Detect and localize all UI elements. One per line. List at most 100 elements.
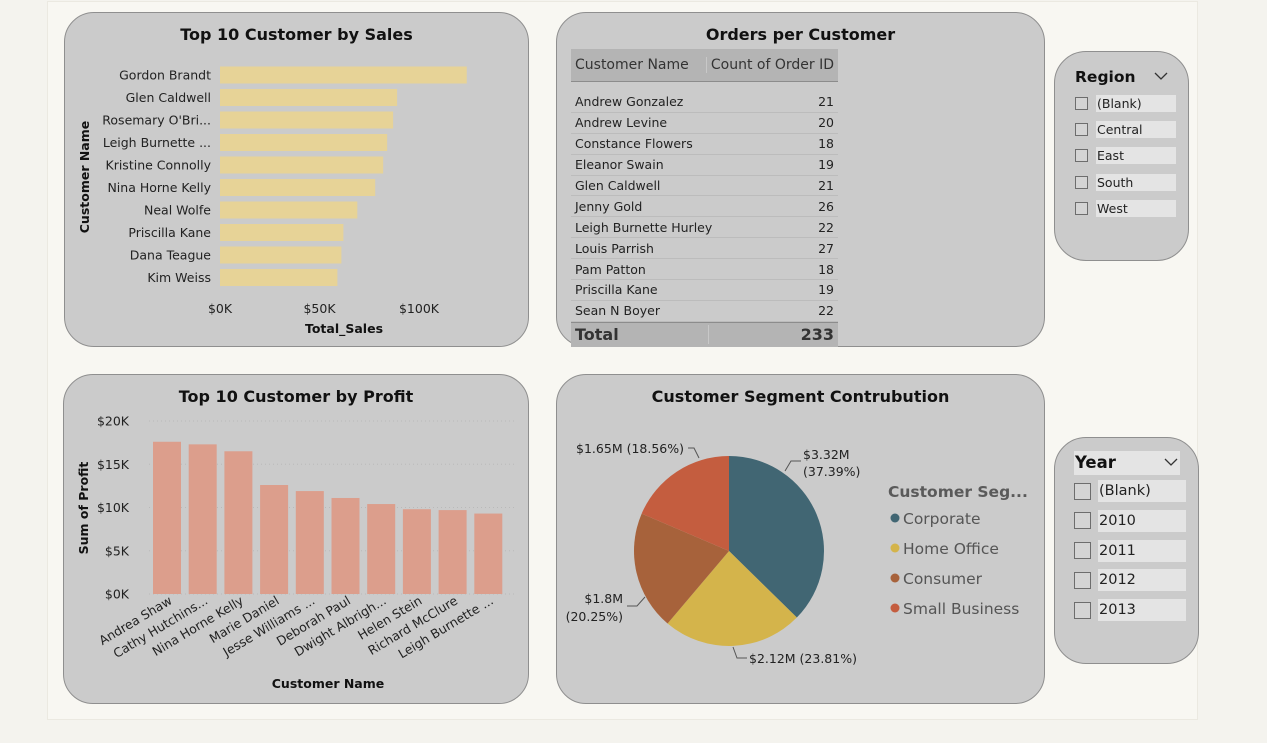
bar[interactable] [474, 513, 503, 594]
data-label: $1.65M (18.56%) [576, 441, 684, 456]
customer-name-cell: Glen Caldwell [575, 178, 661, 193]
chevron-down-icon[interactable] [1154, 71, 1168, 81]
year-slicer: Year (Blank) 2010 2011 2012 2013 [1054, 437, 1199, 664]
bar[interactable] [295, 491, 324, 594]
order-count-cell: 19 [818, 157, 834, 173]
checkbox[interactable] [1074, 542, 1091, 560]
bar[interactable] [438, 510, 467, 594]
year-option[interactable]: 2011 [1074, 539, 1186, 562]
legend-label: Corporate [903, 510, 981, 528]
customer-name-cell: Priscilla Kane [575, 282, 658, 298]
customer-name-cell: Jenny Gold [575, 198, 643, 214]
table-row[interactable]: Glen Caldwell 21 [571, 176, 838, 197]
table-row[interactable]: Andrew Gonzalez 21 [571, 92, 838, 113]
checkbox[interactable] [1074, 482, 1091, 500]
data-label: (20.25%) [566, 609, 623, 624]
checkbox[interactable] [1074, 571, 1091, 589]
bar[interactable] [402, 509, 431, 594]
table-header: Customer Name Count of Order ID [571, 49, 838, 82]
option-label: Central [1096, 121, 1176, 139]
checkbox[interactable] [1074, 512, 1091, 530]
y-axis-title: Customer Name [77, 121, 92, 234]
order-count-cell: 26 [818, 198, 834, 214]
total-value: 233 [800, 325, 834, 345]
sales-bar-chart[interactable]: Gordon Brandt Glen Caldwell Rosemary O'Bri… [65, 13, 528, 346]
table-row[interactable]: Eleanor Swain 19 [571, 155, 838, 176]
order-count-cell: 18 [818, 136, 834, 152]
orders-table[interactable]: Customer Name Count of Order ID Andrew G… [571, 49, 838, 347]
bar[interactable] [220, 179, 376, 196]
y-tick-label: $0K [105, 587, 130, 602]
checkbox[interactable] [1075, 175, 1088, 189]
data-label: $1.8M [584, 591, 623, 606]
column-header-count-order-id[interactable]: Count of Order ID [706, 57, 838, 73]
option-label: (Blank) [1096, 95, 1176, 112]
total-label: Total [571, 325, 710, 345]
option-label: West [1096, 199, 1176, 217]
table-row[interactable]: Constance Flowers 18 [571, 134, 838, 155]
customer-name-cell: Leigh Burnette Hurley [575, 219, 713, 235]
legend-marker [890, 513, 900, 523]
column-header-customer-name[interactable]: Customer Name [571, 57, 706, 73]
region-option[interactable]: (Blank) [1075, 95, 1176, 112]
region-option[interactable]: East [1075, 147, 1176, 165]
bar[interactable] [220, 201, 358, 219]
bar[interactable] [220, 156, 384, 174]
legend-label: Small Business [903, 600, 1019, 618]
bar[interactable] [220, 89, 398, 106]
year-option[interactable]: 2012 [1074, 569, 1186, 592]
data-label: $3.32M [803, 447, 850, 462]
checkbox[interactable] [1075, 201, 1088, 215]
y-tick-label: $5K [105, 543, 130, 558]
y-tick-label: $15K [97, 457, 130, 472]
bar[interactable] [331, 497, 360, 594]
bar[interactable] [153, 441, 181, 594]
table-row[interactable]: Andrew Levine 20 [571, 113, 838, 134]
bar[interactable] [220, 224, 344, 241]
category-label: Nina Horne Kelly [107, 180, 211, 195]
customer-name-cell: Andrew Levine [575, 115, 668, 131]
x-tick-label: $100K [399, 301, 440, 316]
year-option[interactable]: 2013 [1074, 599, 1186, 622]
region-option[interactable]: South [1075, 173, 1176, 191]
bar[interactable] [220, 246, 342, 264]
bar[interactable] [188, 444, 217, 594]
profit-bar-chart[interactable]: $0K$5K$10K$15K$20KAndrea ShawCathy Hutch… [64, 375, 528, 703]
region-option[interactable]: West [1075, 199, 1176, 217]
category-label: Kristine Connolly [106, 158, 212, 173]
chevron-down-icon[interactable] [1164, 457, 1178, 467]
option-label: 2012 [1098, 569, 1186, 592]
bar[interactable] [220, 111, 394, 129]
table-row[interactable]: Sean N Boyer 22 [571, 301, 838, 322]
legend-title: Customer Seg... [888, 483, 1028, 501]
region-option[interactable]: Central [1075, 121, 1176, 139]
year-option[interactable]: 2010 [1074, 509, 1186, 532]
table-row[interactable]: Priscilla Kane 19 [571, 280, 838, 301]
bar[interactable] [220, 66, 467, 84]
checkbox[interactable] [1074, 601, 1091, 619]
bar[interactable] [220, 134, 388, 151]
segment-pie-chart[interactable]: $3.32M (37.39%) $2.12M (23.81%) $1.8M (20.25… [557, 375, 1044, 703]
table-row[interactable]: Pam Patton 18 [571, 259, 838, 281]
sales-chart-card: Top 10 Customer by Sales Gordon Brandt Gl… [64, 12, 529, 347]
table-row[interactable]: Leigh Burnette Hurley 22 [571, 217, 838, 239]
category-label: Priscilla Kane [128, 225, 211, 240]
year-option[interactable]: (Blank) [1074, 480, 1186, 502]
checkbox[interactable] [1075, 123, 1088, 137]
table-row[interactable]: Louis Parrish 27 [571, 238, 838, 260]
checkbox[interactable] [1075, 97, 1088, 110]
bar[interactable] [260, 485, 289, 594]
bar[interactable] [220, 269, 338, 286]
category-label: Kim Weiss [147, 270, 211, 285]
bar[interactable] [367, 504, 396, 594]
data-label: (37.39%) [803, 464, 860, 479]
bar[interactable] [224, 451, 253, 594]
table-row[interactable]: Jenny Gold 26 [571, 196, 838, 218]
legend-marker [890, 603, 900, 613]
data-label: $2.12M (23.81%) [749, 651, 857, 666]
orders-table-title: Orders per Customer [705, 25, 896, 44]
option-label: East [1096, 147, 1176, 165]
customer-name-cell: Andrew Gonzalez [575, 94, 684, 110]
checkbox[interactable] [1075, 149, 1088, 163]
region-slicer: Region (Blank) Central East South West [1054, 51, 1189, 261]
